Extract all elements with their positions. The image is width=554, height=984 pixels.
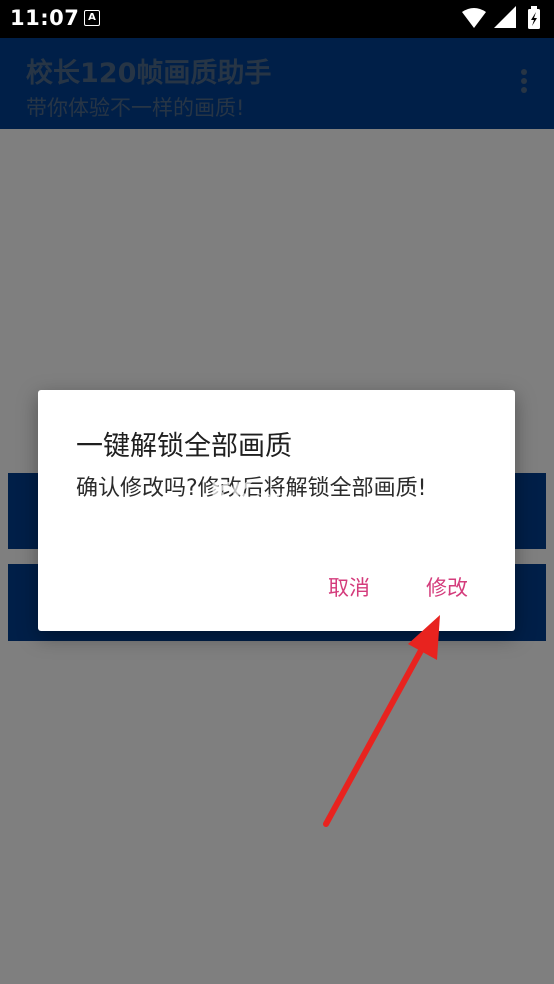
notification-badge-icon: A (84, 10, 100, 26)
dialog-title: 一键解锁全部画质 (76, 431, 292, 462)
wifi-icon (462, 8, 486, 28)
battery-icon (528, 6, 540, 29)
confirm-button[interactable]: 修改 (426, 572, 468, 602)
signal-icon (494, 6, 516, 28)
watermark-suffix: .com (251, 488, 285, 506)
status-time: 11:07 (10, 6, 80, 30)
watermark-text: KK (210, 476, 252, 509)
cancel-button[interactable]: 取消 (328, 572, 370, 602)
status-icons (460, 6, 546, 36)
watermark-logo: KK.com (210, 476, 285, 509)
confirm-dialog: 一键解锁全部画质 确认修改吗?修改后将解锁全部画质! 取消 修改 (38, 390, 515, 631)
status-bar: 11:07 A (0, 0, 554, 38)
